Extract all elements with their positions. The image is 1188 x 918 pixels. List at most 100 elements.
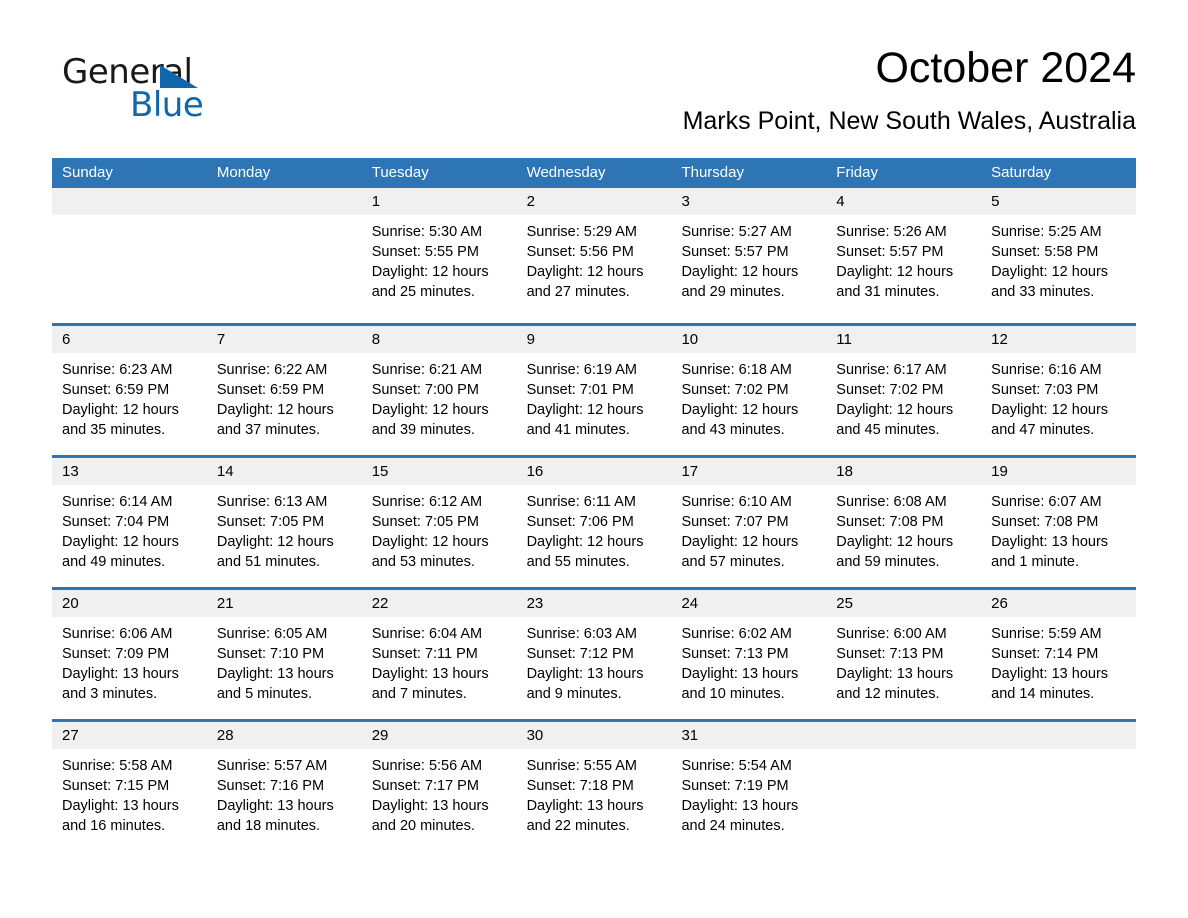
day-cell-25[interactable]: 25 Sunrise: 6:00 AM Sunset: 7:13 PM Dayligh… <box>826 590 982 719</box>
day-detail-line: Sunset: 5:57 PM <box>681 244 789 260</box>
day-detail-line: Daylight: 12 hours <box>681 402 799 418</box>
generalblue-logo[interactable]: General Blue <box>62 52 322 132</box>
day-detail-line: Sunset: 7:11 PM <box>371 646 478 662</box>
day-detail-line: and 57 minutes. <box>681 554 785 570</box>
day-cell-4[interactable]: 4 Sunrise: 5:26 AM Sunset: 5:57 PM Daylight… <box>826 188 982 323</box>
day-cell-6[interactable]: 6 Sunrise: 6:23 AM Sunset: 6:59 PM Daylight… <box>52 326 207 455</box>
day-number: 27 <box>52 722 207 749</box>
day-cell-29[interactable]: 29 Sunrise: 5:56 AM Sunset: 7:17 PM Dayligh… <box>361 722 517 851</box>
day-detail-line: Sunset: 7:15 PM <box>62 778 170 794</box>
day-detail-line: and 43 minutes. <box>681 422 785 438</box>
day-cell-18[interactable]: 18 Sunrise: 6:08 AM Sunset: 7:08 PM Dayligh… <box>826 458 982 587</box>
day-cell-30[interactable]: 30 Sunrise: 5:55 AM Sunset: 7:18 PM Dayligh… <box>516 722 672 851</box>
day-cell-7[interactable]: 7 Sunrise: 6:22 AM Sunset: 6:59 PM Daylight… <box>206 326 362 455</box>
day-detail-line: Sunrise: 6:02 AM <box>681 626 792 642</box>
day-detail-line: Sunset: 7:12 PM <box>526 646 634 662</box>
weekday-header-row: Sunday Monday Tuesday Wednesday Thursday Frid… <box>52 158 1136 188</box>
day-cell-5[interactable]: 5 Sunrise: 5:25 AM Sunset: 5:58 PM Daylight… <box>981 188 1137 323</box>
day-details: Sunrise: 6:21 AM Sunset: 7:00 PM Daylight:… <box>362 353 517 440</box>
day-detail-line: Daylight: 12 hours <box>216 402 334 418</box>
day-cell-12[interactable]: 12 Sunrise: 6:16 AM Sunset: 7:03 PM Dayligh… <box>981 326 1137 455</box>
day-number: 13 <box>52 458 207 485</box>
day-number: 18 <box>826 458 982 485</box>
day-detail-line: and 9 minutes. <box>526 686 622 702</box>
day-cell-3[interactable]: 3 Sunrise: 5:27 AM Sunset: 5:57 PM Daylight… <box>671 188 827 323</box>
day-detail-line: Sunrise: 6:19 AM <box>526 362 637 378</box>
day-detail-line: Daylight: 13 hours <box>526 798 644 814</box>
day-detail-line: Sunrise: 6:03 AM <box>526 626 637 642</box>
day-details: Sunrise: 6:17 AM Sunset: 7:02 PM Daylight:… <box>826 353 981 440</box>
day-number: 22 <box>361 590 517 617</box>
day-cell-17[interactable]: 17 Sunrise: 6:10 AM Sunset: 7:07 PM Dayligh… <box>671 458 827 587</box>
day-number <box>826 722 982 749</box>
day-detail-line: and 45 minutes. <box>836 422 940 438</box>
day-cell-9[interactable]: 9 Sunrise: 6:19 AM Sunset: 7:01 PM Daylight… <box>516 326 672 455</box>
day-cell-1[interactable]: 1 Sunrise: 5:30 AM Sunset: 5:55 PM Daylight… <box>361 188 517 323</box>
day-number: 10 <box>671 326 827 353</box>
day-cell-10[interactable]: 10 Sunrise: 6:18 AM Sunset: 7:02 PM Dayligh… <box>671 326 827 455</box>
day-cell-16[interactable]: 16 Sunrise: 6:11 AM Sunset: 7:06 PM Dayligh… <box>516 458 672 587</box>
day-detail-line: Sunset: 7:16 PM <box>216 778 325 794</box>
day-detail-line: Sunrise: 6:17 AM <box>836 362 947 378</box>
day-number: 14 <box>206 458 362 485</box>
day-details: Sunrise: 5:26 AM Sunset: 5:57 PM Daylight:… <box>826 215 981 302</box>
day-detail-line: Sunrise: 5:58 AM <box>62 758 173 774</box>
day-number: 17 <box>671 458 827 485</box>
day-cell-28[interactable]: 28 Sunrise: 5:57 AM Sunset: 7:16 PM Dayligh… <box>206 722 362 851</box>
day-number: 24 <box>671 590 827 617</box>
day-detail-line: Daylight: 13 hours <box>371 798 489 814</box>
day-detail-line: Daylight: 13 hours <box>681 798 799 814</box>
day-detail-line: Sunrise: 5:56 AM <box>371 758 483 774</box>
day-detail-line: Sunset: 5:55 PM <box>371 244 479 260</box>
day-number: 3 <box>671 188 827 215</box>
day-detail-line: Daylight: 13 hours <box>991 534 1109 550</box>
day-detail-line: Sunset: 7:05 PM <box>371 514 479 530</box>
weekday-header-friday: Friday <box>836 164 878 181</box>
day-detail-line: Sunrise: 5:26 AM <box>836 224 947 240</box>
day-cell-19[interactable]: 19 Sunrise: 6:07 AM Sunset: 7:08 PM Dayligh… <box>981 458 1137 587</box>
day-cell-24[interactable]: 24 Sunrise: 6:02 AM Sunset: 7:13 PM Dayligh… <box>671 590 827 719</box>
day-cell-8[interactable]: 8 Sunrise: 6:21 AM Sunset: 7:00 PM Daylight… <box>361 326 517 455</box>
day-cell-14[interactable]: 14 Sunrise: 6:13 AM Sunset: 7:05 PM Dayligh… <box>206 458 362 587</box>
day-number: 7 <box>206 326 362 353</box>
day-detail-line: Daylight: 13 hours <box>526 666 644 682</box>
day-detail-line: Sunrise: 6:04 AM <box>371 626 483 642</box>
day-detail-line: Daylight: 12 hours <box>371 534 489 550</box>
day-detail-line: Sunrise: 6:06 AM <box>62 626 173 642</box>
day-details <box>981 749 1136 756</box>
day-details: Sunrise: 6:13 AM Sunset: 7:05 PM Daylight:… <box>207 485 362 572</box>
page-title: October 2024 <box>875 44 1136 92</box>
day-detail-line: and 12 minutes. <box>836 686 940 702</box>
day-cell-empty <box>981 722 1137 851</box>
day-detail-line: Sunrise: 6:12 AM <box>371 494 483 510</box>
day-cell-23[interactable]: 23 Sunrise: 6:03 AM Sunset: 7:12 PM Dayligh… <box>516 590 672 719</box>
day-number <box>52 188 207 215</box>
day-details: Sunrise: 6:16 AM Sunset: 7:03 PM Daylight:… <box>981 353 1136 440</box>
day-cell-22[interactable]: 22 Sunrise: 6:04 AM Sunset: 7:11 PM Dayligh… <box>361 590 517 719</box>
day-cell-2[interactable]: 2 Sunrise: 5:29 AM Sunset: 5:56 PM Daylight… <box>516 188 672 323</box>
day-number: 9 <box>516 326 672 353</box>
day-cell-31[interactable]: 31 Sunrise: 5:54 AM Sunset: 7:19 PM Dayligh… <box>671 722 827 851</box>
day-cell-20[interactable]: 20 Sunrise: 6:06 AM Sunset: 7:09 PM Dayligh… <box>52 590 207 719</box>
day-number: 8 <box>361 326 517 353</box>
day-detail-line: and 7 minutes. <box>371 686 467 702</box>
day-cell-15[interactable]: 15 Sunrise: 6:12 AM Sunset: 7:05 PM Dayligh… <box>361 458 517 587</box>
day-detail-line: Daylight: 13 hours <box>62 666 179 682</box>
day-details <box>207 215 362 222</box>
day-cell-26[interactable]: 26 Sunrise: 5:59 AM Sunset: 7:14 PM Dayligh… <box>981 590 1137 719</box>
day-detail-line: and 47 minutes. <box>991 422 1095 438</box>
day-detail-line: and 1 minute. <box>991 554 1080 570</box>
day-details: Sunrise: 6:07 AM Sunset: 7:08 PM Daylight:… <box>981 485 1136 572</box>
day-number: 20 <box>52 590 207 617</box>
day-details: Sunrise: 5:30 AM Sunset: 5:55 PM Daylight:… <box>362 215 517 302</box>
day-detail-line: Daylight: 12 hours <box>526 534 644 550</box>
day-cell-13[interactable]: 13 Sunrise: 6:14 AM Sunset: 7:04 PM Dayligh… <box>52 458 207 587</box>
day-cell-21[interactable]: 21 Sunrise: 6:05 AM Sunset: 7:10 PM Dayligh… <box>206 590 362 719</box>
day-cell-11[interactable]: 11 Sunrise: 6:17 AM Sunset: 7:02 PM Dayligh… <box>826 326 982 455</box>
day-cell-27[interactable]: 27 Sunrise: 5:58 AM Sunset: 7:15 PM Dayligh… <box>52 722 207 851</box>
day-detail-line: Sunset: 7:02 PM <box>681 382 789 398</box>
day-detail-line: Daylight: 12 hours <box>526 402 644 418</box>
day-details: Sunrise: 5:27 AM Sunset: 5:57 PM Daylight:… <box>671 215 826 302</box>
day-detail-line: Daylight: 13 hours <box>371 666 489 682</box>
day-cell-empty <box>52 188 207 323</box>
